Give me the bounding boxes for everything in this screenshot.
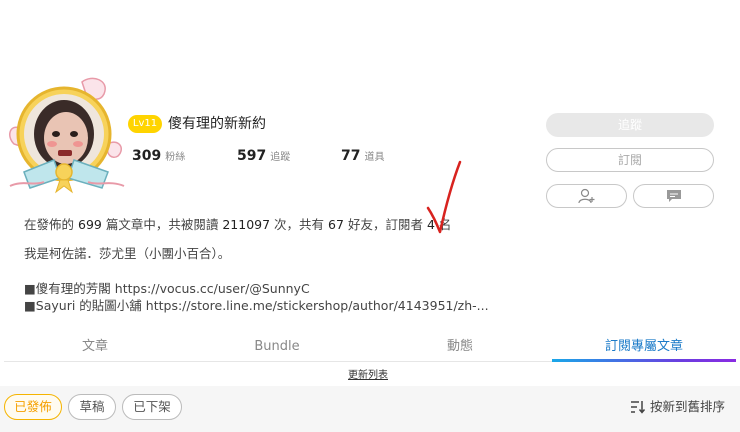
update-list-link[interactable]: 更新列表 <box>348 370 388 382</box>
filter-unlisted[interactable]: 已下架 <box>122 394 182 420</box>
filter-drafts[interactable]: 草稿 <box>68 394 116 420</box>
avatar-frame <box>4 76 128 196</box>
profile-link-line-store[interactable]: ■Sayuri 的貼圖小舖 https://store.line.me/stic… <box>24 297 489 315</box>
read-count: 211097 <box>222 217 271 232</box>
message-button[interactable] <box>633 184 714 208</box>
filter-published[interactable]: 已發佈 <box>4 394 62 420</box>
followers-label: 粉絲 <box>165 152 186 163</box>
followers-count: 309 <box>132 148 162 164</box>
add-friend-button[interactable] <box>546 184 627 208</box>
tab-bundle[interactable]: Bundle <box>186 337 368 357</box>
checkmark-annotation <box>426 160 462 234</box>
bio-text: 我是柯佐諾．莎尤里（小團小百合）。 <box>24 246 231 261</box>
sort-desc-icon <box>631 401 646 414</box>
subscribe-button[interactable]: 訂閱 <box>546 148 714 172</box>
add-user-icon <box>577 188 594 204</box>
active-tab-indicator <box>552 359 736 362</box>
article-count: 699 <box>78 217 102 232</box>
profile-summary: 在發佈的 699 篇文章中，共被閱讀 211097 次，共有 67 好友，訂閱者… <box>24 217 452 232</box>
items-count: 77 <box>341 148 361 164</box>
avatar <box>9 77 125 194</box>
tab-activity[interactable]: 動態 <box>368 337 552 357</box>
following-label: 追蹤 <box>270 152 291 163</box>
items-label: 道具 <box>364 152 385 163</box>
tab-subscription-articles[interactable]: 訂閱專屬文章 <box>552 337 736 357</box>
stat-followers[interactable]: 309 粉絲 <box>132 146 185 167</box>
profile-link-vocus[interactable]: ■傻有理的芳閣 https://vocus.cc/user/@SunnyC <box>24 280 310 298</box>
sort-label: 按新到舊排序 <box>650 399 726 414</box>
following-count: 597 <box>237 148 267 164</box>
stat-items[interactable]: 77 道具 <box>341 146 384 167</box>
sort-dropdown[interactable]: 按新到舊排序 <box>630 398 725 416</box>
follow-button[interactable]: 追蹤 <box>546 113 714 137</box>
tab-articles[interactable]: 文章 <box>4 337 186 357</box>
level-badge: Lv11 <box>128 115 162 133</box>
chat-icon <box>666 190 681 202</box>
stat-following[interactable]: 597 追蹤 <box>237 146 290 167</box>
friend-count: 67 <box>328 217 344 232</box>
user-name: 傻有理的新新約 <box>168 116 266 132</box>
